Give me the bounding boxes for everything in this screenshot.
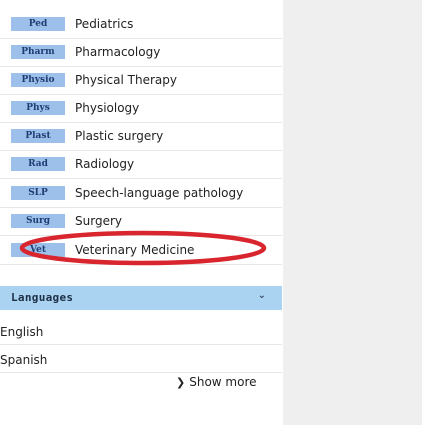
specialty-sidebar: Ped Pediatrics Pharm Pharmacology Physio… [0, 0, 282, 425]
specialty-badge: SLP [11, 186, 65, 200]
languages-header[interactable]: Languages ⌄ [0, 286, 282, 310]
specialty-label: Radiology [75, 157, 135, 171]
language-label: English [0, 325, 44, 339]
specialty-item-physical-therapy[interactable]: Physio Physical Therapy [0, 66, 282, 95]
specialty-item-speech-language-pathology[interactable]: SLP Speech-language pathology [0, 179, 282, 208]
specialty-label: Veterinary Medicine [75, 243, 195, 257]
specialty-label: Pharmacology [75, 45, 161, 59]
specialty-item-pediatrics[interactable]: Ped Pediatrics [0, 10, 282, 39]
show-more-label: Show more [189, 375, 257, 389]
language-label: Spanish [0, 353, 48, 367]
languages-title: Languages [11, 291, 74, 304]
specialty-badge: Rad [11, 157, 65, 171]
show-more-link[interactable]: ❯ Show more [176, 374, 257, 391]
specialty-badge: Ped [11, 17, 65, 31]
specialty-badge: Pharm [11, 45, 65, 59]
specialty-item-physiology[interactable]: Phys Physiology [0, 94, 282, 123]
content-panel [283, 0, 422, 425]
specialty-badge: Vet [11, 243, 65, 257]
chevron-down-icon[interactable]: ⌄ [258, 289, 266, 303]
language-item-english[interactable]: English [0, 318, 282, 345]
specialty-label: Physiology [75, 101, 140, 115]
specialty-label: Speech-language pathology [75, 186, 244, 200]
specialty-badge: Plast [11, 129, 65, 143]
specialty-label: Surgery [75, 214, 122, 228]
specialty-badge: Physio [11, 73, 65, 87]
specialty-item-radiology[interactable]: Rad Radiology [0, 150, 282, 179]
chevron-right-icon: ❯ [176, 376, 186, 389]
specialty-badge: Phys [11, 101, 65, 115]
specialty-label: Physical Therapy [75, 73, 177, 87]
specialty-item-pharmacology[interactable]: Pharm Pharmacology [0, 38, 282, 67]
specialty-item-veterinary-medicine[interactable]: Vet Veterinary Medicine [0, 236, 282, 265]
specialty-label: Plastic surgery [75, 129, 164, 143]
specialty-item-plastic-surgery[interactable]: Plast Plastic surgery [0, 122, 282, 151]
specialty-badge: Surg [11, 214, 65, 228]
specialty-item-surgery[interactable]: Surg Surgery [0, 207, 282, 236]
specialty-label: Pediatrics [75, 17, 134, 31]
language-item-spanish[interactable]: Spanish [0, 346, 282, 373]
